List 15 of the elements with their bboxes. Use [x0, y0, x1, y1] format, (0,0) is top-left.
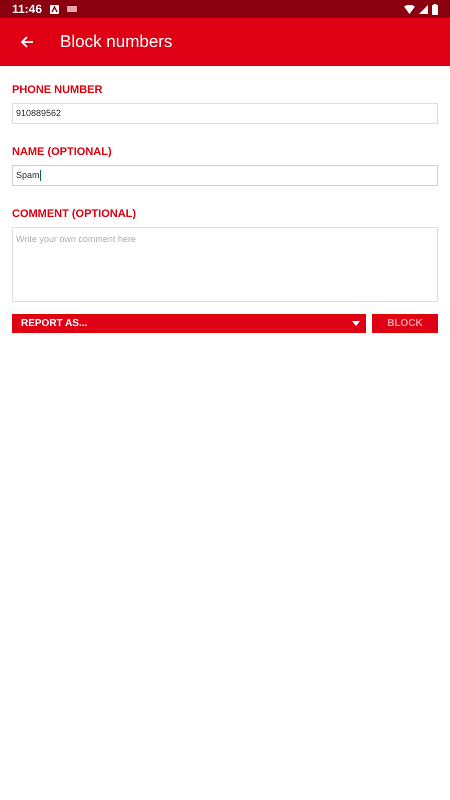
status-time: 11:46 [12, 1, 42, 18]
input-field[interactable]: 910889562 [12, 103, 438, 124]
signal-icon [419, 4, 428, 14]
input-field[interactable]: Spam [12, 165, 438, 186]
keyboard-icon [67, 6, 78, 12]
report-as-dropdown[interactable]: REPORT AS... [12, 314, 366, 333]
field-label: COMMENT (OPTIONAL) [12, 208, 138, 221]
field-label: PHONE NUMBER [12, 84, 104, 97]
battery-icon [432, 4, 438, 14]
field-label: NAME (OPTIONAL) [12, 146, 113, 159]
app-notification-icon [50, 4, 60, 14]
wifi-icon [404, 4, 415, 14]
back-arrow-icon [20, 35, 34, 49]
screen-title: Block numbers [60, 31, 172, 54]
dropdown-caret-icon [352, 321, 360, 326]
